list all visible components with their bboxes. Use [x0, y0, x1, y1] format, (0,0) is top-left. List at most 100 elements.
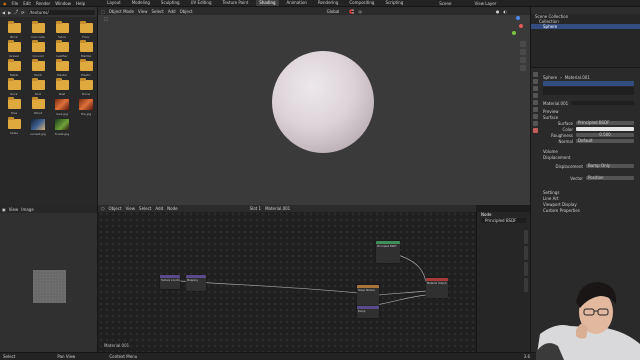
camera-icon[interactable]: [520, 57, 526, 63]
file-item[interactable]: Plastic: [75, 59, 97, 77]
blender-logo-icon[interactable]: ◉: [3, 1, 7, 6]
render-tab-icon[interactable]: [532, 79, 538, 84]
normal-field[interactable]: Default: [576, 139, 634, 143]
file-item[interactable]: Stone: [75, 78, 97, 96]
shading-material-icon[interactable]: ◐: [503, 9, 507, 14]
tab-modeling[interactable]: Modeling: [129, 0, 153, 6]
material-tab-icon[interactable]: [532, 128, 538, 133]
file-item[interactable]: fire.jpg: [75, 99, 97, 116]
tab-texture-paint[interactable]: Texture Paint: [219, 0, 251, 6]
node-name-field[interactable]: Principled BSDF: [481, 218, 526, 223]
physics-tab-icon[interactable]: [532, 121, 538, 126]
color-swatch[interactable]: [576, 127, 634, 131]
file-item[interactable]: Metal: [3, 59, 25, 77]
tab-options[interactable]: [524, 278, 528, 292]
menu-file[interactable]: File: [12, 1, 19, 6]
file-item[interactable]: lava.jpg: [51, 99, 73, 116]
file-item[interactable]: sunset.jpg: [27, 119, 49, 136]
material-slot-list[interactable]: [531, 80, 640, 86]
editor-type-icon[interactable]: ⬚: [101, 9, 105, 14]
section-custom-properties[interactable]: Custom Properties: [531, 207, 640, 213]
file-item[interactable]: forest.jpg: [51, 119, 73, 136]
transform-orientation-selector[interactable]: Global: [327, 9, 340, 14]
tab-uv-editing[interactable]: UV Editing: [188, 0, 215, 6]
section-displacement[interactable]: Displacement: [531, 154, 640, 160]
scene-tab-icon[interactable]: [532, 93, 538, 98]
back-arrow-icon[interactable]: ◀: [2, 10, 5, 15]
node-bump[interactable]: Bump: [357, 306, 379, 318]
snap-icon[interactable]: 🧲: [349, 9, 354, 14]
viewport-menu-add[interactable]: Add: [168, 9, 176, 14]
menu-window[interactable]: Window: [55, 1, 71, 6]
file-item[interactable]: Marble: [75, 40, 97, 58]
image-view-menu[interactable]: View: [9, 207, 19, 212]
file-item[interactable]: Concrete: [27, 21, 49, 39]
forward-arrow-icon[interactable]: ▶: [8, 10, 11, 15]
world-tab-icon[interactable]: [532, 100, 538, 105]
view-layer-selector[interactable]: View Layer: [474, 1, 496, 6]
file-item[interactable]: Gravel: [3, 40, 25, 58]
tab-tool[interactable]: [524, 246, 528, 260]
file-item[interactable]: Roof: [27, 78, 49, 96]
file-item[interactable]: Rust: [51, 78, 73, 96]
3d-viewport[interactable]: ⬚ Object Mode View Select Add Object Glo…: [98, 7, 530, 205]
file-item[interactable]: Brick: [3, 21, 25, 39]
pan-icon[interactable]: [520, 49, 526, 55]
menu-render[interactable]: Render: [36, 1, 50, 6]
modifier-tab-icon[interactable]: [532, 114, 538, 119]
gizmo-y-icon[interactable]: [512, 31, 516, 35]
roughness-field[interactable]: 0.500: [576, 133, 634, 137]
menu-edit[interactable]: Edit: [23, 1, 31, 6]
image-menu[interactable]: Image: [21, 207, 34, 212]
node-mapping[interactable]: Mapping: [186, 275, 206, 291]
object-mode-selector[interactable]: Object Mode: [109, 9, 134, 14]
displacement-field[interactable]: Bump Only: [586, 164, 634, 168]
file-item[interactable]: Fabric: [51, 21, 73, 39]
material-name-field[interactable]: Material.001: [531, 100, 640, 106]
tab-shading[interactable]: Shading: [256, 0, 279, 6]
tab-node[interactable]: [524, 230, 528, 244]
select-box-icon[interactable]: ⬚: [104, 16, 108, 21]
perspective-icon[interactable]: [520, 65, 526, 71]
parent-folder-icon[interactable]: ⤴: [14, 9, 18, 15]
surface-shader-field[interactable]: Principled BSDF: [576, 121, 634, 125]
proportional-edit-icon[interactable]: ◎: [358, 9, 362, 14]
node-material-output[interactable]: Material Output: [426, 278, 448, 298]
output-tab-icon[interactable]: [532, 86, 538, 91]
outliner-item-sphere[interactable]: Sphere: [531, 24, 640, 29]
tab-view[interactable]: [524, 262, 528, 276]
gizmo-z-icon[interactable]: [516, 16, 520, 20]
node-principled-bsdf[interactable]: Principled BSDF: [376, 241, 400, 263]
node-texture-coordinate[interactable]: Texture Coordinate: [160, 275, 180, 289]
vector-field[interactable]: Position: [586, 176, 634, 180]
object-tab-icon[interactable]: [532, 107, 538, 112]
viewport-menu-view[interactable]: View: [138, 9, 148, 14]
file-item[interactable]: Ground: [27, 40, 49, 58]
file-item[interactable]: Rock: [3, 78, 25, 96]
viewport-menu-object[interactable]: Object: [180, 9, 193, 14]
file-item[interactable]: Plaster: [51, 59, 73, 77]
tab-compositing[interactable]: Compositing: [346, 0, 377, 6]
tool-tab-icon[interactable]: [532, 72, 538, 77]
file-item[interactable]: Paint: [27, 59, 49, 77]
editor-type-icon[interactable]: ▣: [2, 207, 6, 212]
file-item[interactable]: Leather: [51, 40, 73, 58]
tab-scripting[interactable]: Scripting: [382, 0, 406, 6]
path-field[interactable]: /textures/: [27, 9, 95, 15]
shader-node-editor[interactable]: ⬡ Object View Select Add Node Slot 1 Mat…: [98, 205, 476, 352]
file-item[interactable]: Tiles: [3, 97, 25, 116]
scene-selector[interactable]: Scene: [439, 1, 451, 6]
file-item[interactable]: Floor: [75, 21, 97, 39]
zoom-icon[interactable]: [520, 41, 526, 47]
sphere-object[interactable]: [272, 51, 374, 153]
file-item[interactable]: Wood: [27, 97, 49, 116]
viewport-menu-select[interactable]: Select: [151, 9, 163, 14]
tab-layout[interactable]: Layout: [104, 0, 124, 6]
tab-animation[interactable]: Animation: [284, 0, 310, 6]
shading-solid-icon[interactable]: ●: [496, 9, 500, 14]
tab-rendering[interactable]: Rendering: [315, 0, 341, 6]
file-item[interactable]: Skies: [3, 117, 25, 136]
menu-help[interactable]: Help: [76, 1, 85, 6]
refresh-icon[interactable]: ⟳: [21, 10, 24, 15]
file-item[interactable]: [75, 119, 97, 136]
